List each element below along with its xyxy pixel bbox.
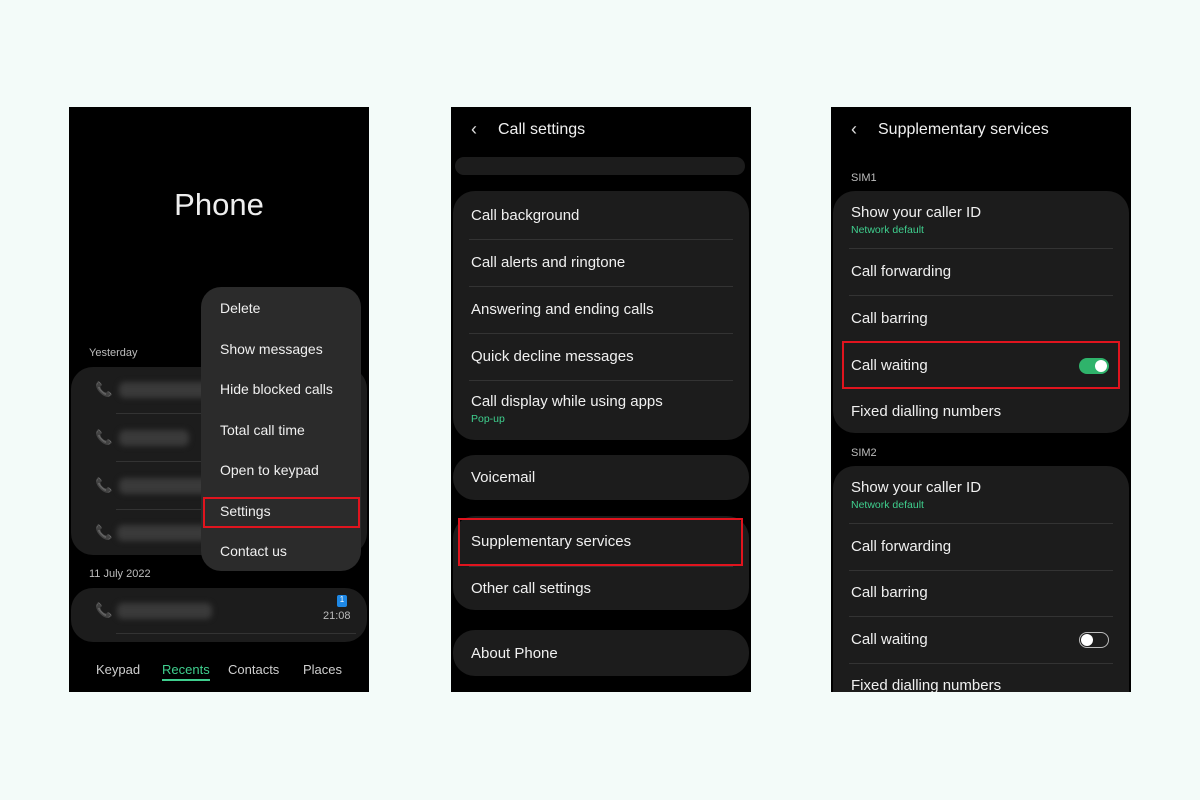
sim1-call-barring[interactable]: Call barring xyxy=(851,310,928,327)
menu-item-contact-us[interactable]: Contact us xyxy=(220,543,287,559)
recent-call-card[interactable]: 📞 1 21:08 xyxy=(71,588,367,642)
item-quick-decline[interactable]: Quick decline messages xyxy=(471,348,634,365)
section-yesterday: Yesterday xyxy=(89,347,138,359)
tab-contacts[interactable]: Contacts xyxy=(228,662,279,677)
app-title: Phone xyxy=(174,187,264,222)
sim1-call-forwarding[interactable]: Call forwarding xyxy=(851,263,951,280)
settings-highlight xyxy=(203,497,360,528)
supplementary-services-screen: ‹ Supplementary services SIM1 Show your … xyxy=(831,107,1131,692)
tab-recents[interactable]: Recents xyxy=(162,662,210,681)
call-waiting-highlight xyxy=(842,341,1120,389)
sim1-caller-id-value: Network default xyxy=(851,224,924,236)
back-arrow-icon[interactable]: ‹ xyxy=(851,119,857,140)
item-call-background[interactable]: Call background xyxy=(471,207,579,224)
overflow-menu: Delete Show messages Hide blocked calls … xyxy=(201,287,361,571)
outgoing-call-icon: 📞 xyxy=(95,381,113,397)
item-about-phone[interactable]: About Phone xyxy=(471,645,558,662)
menu-item-show-messages[interactable]: Show messages xyxy=(220,341,323,357)
sim2-caller-id[interactable]: Show your caller ID xyxy=(851,479,981,496)
tab-places[interactable]: Places xyxy=(303,662,342,677)
item-call-display-value: Pop-up xyxy=(471,413,505,425)
menu-item-open-to-keypad[interactable]: Open to keypad xyxy=(220,462,319,478)
call-settings-screen: ‹ Call settings Call background Call ale… xyxy=(451,107,751,692)
blurred-contact[interactable] xyxy=(117,525,207,541)
sim-badge: 1 xyxy=(337,595,347,607)
voicemail-card: Voicemail xyxy=(453,455,749,500)
sim2-call-waiting-toggle[interactable] xyxy=(1079,632,1109,648)
menu-item-total-call-time[interactable]: Total call time xyxy=(220,422,305,438)
incoming-call-icon: 📞 xyxy=(95,429,113,445)
page-title: Supplementary services xyxy=(878,121,1049,138)
page-title: Call settings xyxy=(498,121,586,138)
phone-recents-screen: Phone Yesterday 📞 📞 📞 📞 11 July 2022 📞 1… xyxy=(69,107,369,692)
tab-keypad[interactable]: Keypad xyxy=(96,662,140,677)
sim2-call-waiting[interactable]: Call waiting xyxy=(851,631,928,648)
sim1-caller-id[interactable]: Show your caller ID xyxy=(851,204,981,221)
item-call-alerts[interactable]: Call alerts and ringtone xyxy=(471,254,625,271)
item-voicemail[interactable]: Voicemail xyxy=(471,469,535,486)
sim2-card: Show your caller ID Network default Call… xyxy=(833,466,1129,692)
sim2-call-forwarding[interactable]: Call forwarding xyxy=(851,538,951,555)
section-sim2: SIM2 xyxy=(851,447,877,459)
settings-card-partial xyxy=(455,157,745,175)
section-date: 11 July 2022 xyxy=(89,568,151,580)
item-other-call-settings[interactable]: Other call settings xyxy=(471,580,591,597)
settings-group-1: Call background Call alerts and ringtone… xyxy=(453,191,749,440)
blurred-contact[interactable] xyxy=(119,430,189,446)
menu-item-hide-blocked-calls[interactable]: Hide blocked calls xyxy=(220,381,333,397)
sim1-card: Show your caller ID Network default Call… xyxy=(833,191,1129,433)
supplementary-highlight xyxy=(458,518,743,566)
outgoing-call-icon: 📞 xyxy=(95,524,113,540)
sim1-fixed-dialling[interactable]: Fixed dialling numbers xyxy=(851,403,1001,420)
call-time: 21:08 xyxy=(323,610,351,622)
menu-item-delete[interactable]: Delete xyxy=(220,300,260,316)
sim2-caller-id-value: Network default xyxy=(851,499,924,511)
about-card: About Phone xyxy=(453,630,749,676)
sim2-call-barring[interactable]: Call barring xyxy=(851,584,928,601)
sim2-fixed-dialling[interactable]: Fixed dialling numbers xyxy=(851,677,1001,692)
section-sim1: SIM1 xyxy=(851,172,877,184)
incoming-call-icon: 📞 xyxy=(95,602,113,618)
back-arrow-icon[interactable]: ‹ xyxy=(471,119,477,140)
item-call-display[interactable]: Call display while using apps xyxy=(471,393,663,410)
item-answering-ending[interactable]: Answering and ending calls xyxy=(471,301,654,318)
incoming-call-icon: 📞 xyxy=(95,477,113,493)
blurred-contact xyxy=(117,603,212,619)
